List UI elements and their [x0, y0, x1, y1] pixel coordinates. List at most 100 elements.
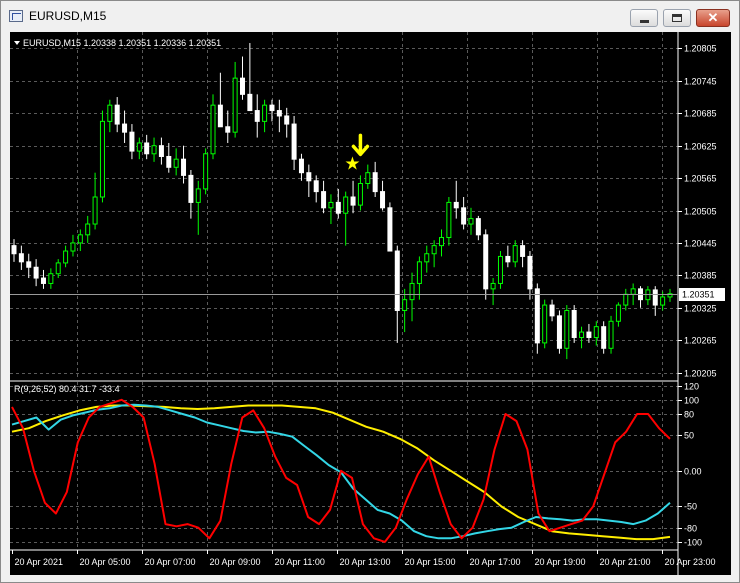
- candle: [520, 240, 526, 268]
- candle: [247, 43, 253, 112]
- candle-body: [321, 191, 327, 209]
- close-button[interactable]: ✕: [696, 9, 730, 27]
- candle-body: [239, 77, 245, 95]
- candle-body: [461, 207, 467, 225]
- candle: [195, 180, 201, 235]
- candle: [409, 272, 415, 322]
- candles[interactable]: [11, 43, 673, 360]
- candle-body: [512, 245, 518, 263]
- candle: [453, 180, 459, 219]
- candle-body: [313, 180, 319, 193]
- title-bar[interactable]: EURUSD,M15 ✕: [1, 1, 739, 31]
- candle-body: [387, 207, 393, 252]
- candle: [564, 305, 570, 360]
- time-tick-label: 20 Apr 11:00: [275, 557, 325, 567]
- candle: [372, 161, 378, 198]
- price-tick-label: 1.20625: [684, 142, 717, 152]
- indicator-tick-label: -50: [684, 502, 697, 512]
- candle-body: [431, 245, 437, 255]
- candle: [107, 99, 113, 133]
- indicator-tick-label: 80: [684, 410, 694, 420]
- candle: [173, 148, 179, 176]
- indicator-label: R(9,26,52) 80.4 31.7 -33.4: [14, 384, 120, 394]
- down-arrow-icon: [351, 133, 370, 157]
- candle-body: [343, 196, 349, 214]
- candle-body: [579, 331, 585, 338]
- candle-body: [195, 188, 201, 203]
- price-tick-label: 1.20805: [684, 44, 717, 54]
- candle-body: [181, 158, 187, 176]
- candle-body: [409, 282, 415, 301]
- candle-body: [166, 155, 172, 168]
- current-price-marker: 1.20351: [10, 288, 725, 301]
- candle: [48, 268, 54, 289]
- chart-header[interactable]: EURUSD,M15 1.20338 1.20351 1.20336 1.203…: [14, 38, 221, 48]
- candle-body: [247, 93, 253, 112]
- indicator-tick-label: 120: [684, 382, 699, 392]
- candle-body: [660, 296, 666, 306]
- candle: [144, 134, 150, 160]
- candle-body: [490, 282, 496, 290]
- candle-body: [446, 201, 452, 239]
- candle: [85, 215, 91, 243]
- sell-signal: ★: [344, 133, 370, 173]
- chart-menu-triangle-icon[interactable]: [14, 41, 20, 45]
- candle: [549, 299, 555, 322]
- candle-body: [136, 142, 142, 152]
- candle-body: [608, 320, 614, 349]
- candle-body: [556, 315, 562, 349]
- candle-body: [586, 331, 592, 338]
- time-tick-label: 20 Apr 09:00: [210, 557, 261, 567]
- candle-body: [468, 218, 474, 225]
- candle: [402, 288, 408, 333]
- minimize-icon: [640, 20, 649, 23]
- time-tick-label: 20 Apr 23:00: [665, 557, 716, 567]
- price-tick-label: 1.20505: [684, 207, 717, 217]
- candle: [203, 148, 209, 195]
- candle-body: [372, 172, 378, 193]
- candle-body: [99, 120, 105, 198]
- indicator-tick-label: 0.00: [684, 467, 702, 477]
- candle-body: [254, 110, 260, 122]
- candle-body: [365, 172, 371, 184]
- candle: [483, 229, 489, 300]
- candle-body: [542, 304, 548, 344]
- candle: [365, 164, 371, 189]
- price-tick-label: 1.20265: [684, 336, 717, 346]
- maximize-button[interactable]: [663, 9, 691, 27]
- candle-body: [276, 110, 282, 117]
- candle: [527, 251, 533, 300]
- indicator-tick-label: -80: [684, 524, 697, 534]
- candle: [328, 194, 334, 225]
- candle-body: [210, 104, 216, 155]
- candle: [63, 245, 69, 268]
- candle-body: [328, 201, 334, 209]
- candle-body: [151, 145, 157, 155]
- candle-body: [534, 288, 540, 344]
- candle: [490, 278, 496, 306]
- candle-body: [129, 131, 135, 152]
- close-icon: ✕: [707, 10, 719, 25]
- candle-body: [615, 304, 621, 322]
- candle-body: [232, 77, 238, 133]
- candle: [306, 164, 312, 198]
- minimize-button[interactable]: [630, 9, 658, 27]
- candle-body: [475, 218, 481, 236]
- candle-body: [505, 255, 511, 263]
- candle-body: [416, 261, 422, 284]
- candle-body: [306, 172, 312, 182]
- terminal-window: EURUSD,M15 ✕ 1.20805 1.20745 1.20685 1.2062…: [0, 0, 740, 583]
- candle: [77, 229, 83, 252]
- candle: [276, 99, 282, 133]
- candle-body: [217, 104, 223, 128]
- candle: [11, 239, 17, 262]
- candle: [269, 99, 275, 122]
- time-tick-label: 20 Apr 05:00: [80, 557, 131, 567]
- time-tick-label: 20 Apr 15:00: [405, 557, 456, 567]
- price-tick-label: 1.20565: [684, 174, 717, 184]
- candle-body: [107, 104, 113, 122]
- candle: [99, 110, 105, 203]
- candle-body: [335, 201, 341, 214]
- candle: [534, 283, 540, 354]
- chart-area[interactable]: 1.20805 1.20745 1.20685 1.20625 1.20565 1.205…: [10, 32, 731, 575]
